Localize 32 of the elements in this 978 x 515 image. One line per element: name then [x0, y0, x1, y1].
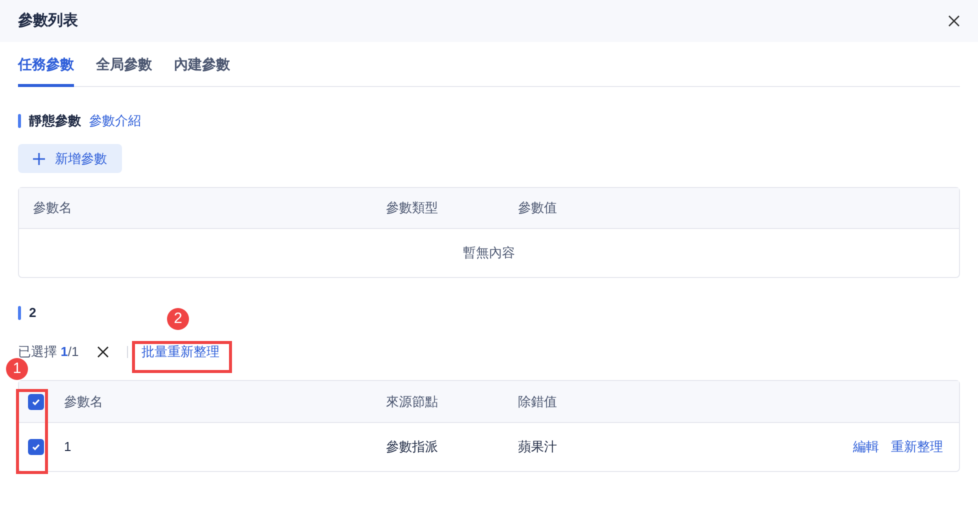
section-title: 靜態參數 — [29, 112, 81, 130]
column-header: 參數類型 — [386, 200, 438, 216]
column-header: 來源節點 — [386, 394, 438, 409]
close-icon[interactable] — [948, 15, 960, 27]
section-marker — [18, 306, 21, 320]
callout-badge: 2 — [167, 308, 189, 330]
empty-text: 暫無內容 — [463, 244, 515, 262]
check-icon — [31, 396, 41, 406]
row-action-link[interactable]: 重新整理 — [891, 437, 943, 457]
row-action-link[interactable]: 編輯 — [853, 437, 879, 457]
section-marker — [18, 114, 21, 128]
dialog-title: 參數列表 — [18, 10, 78, 31]
column-header: 除錯值 — [518, 394, 557, 409]
help-link[interactable]: 參數介紹 — [89, 111, 141, 131]
checkbox[interactable] — [28, 439, 44, 455]
column-header: 參數名 — [33, 200, 72, 216]
tab[interactable]: 任務參數 — [18, 54, 74, 87]
add-parameter-button[interactable]: 新增參數 — [18, 144, 122, 173]
plus-icon — [33, 152, 45, 164]
column-header: 參數名 — [64, 394, 103, 409]
check-icon — [31, 442, 41, 452]
tab[interactable]: 全局參數 — [96, 54, 152, 87]
tab[interactable]: 內建參數 — [174, 54, 230, 87]
checkbox[interactable] — [28, 394, 44, 410]
callout-badge: 1 — [6, 358, 28, 380]
table-cell: 蘋果汁 — [518, 439, 557, 454]
table-cell: 1 — [64, 439, 72, 454]
table-cell: 參數指派 — [386, 439, 438, 454]
column-header: 參數值 — [518, 200, 557, 216]
section-title: 2 — [29, 304, 36, 322]
close-icon[interactable] — [96, 346, 109, 358]
batch-refresh-button[interactable]: 批量重新整理 — [142, 342, 220, 362]
